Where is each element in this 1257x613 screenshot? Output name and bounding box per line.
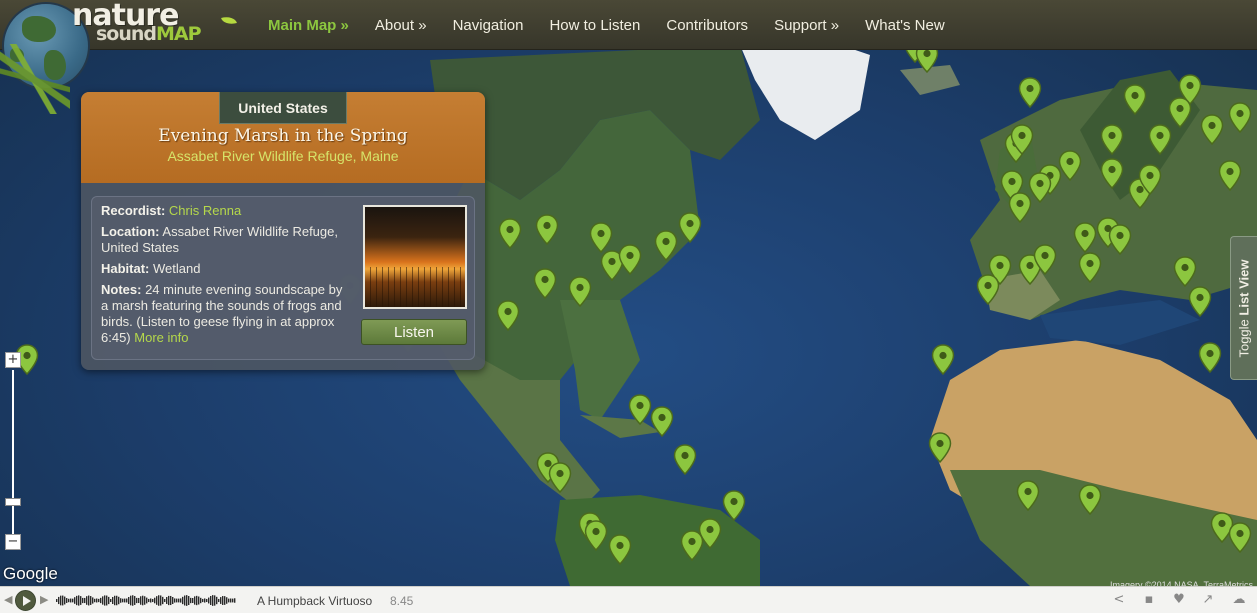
- waveform[interactable]: [56, 592, 236, 609]
- more-info-link[interactable]: More info: [134, 330, 188, 345]
- map-pin-icon[interactable]: [976, 274, 1000, 306]
- map-pin-icon[interactable]: [1228, 522, 1252, 554]
- track-duration: 8.45: [390, 594, 414, 608]
- habitat-value: Wetland: [153, 261, 201, 276]
- play-button[interactable]: [15, 590, 36, 611]
- nav-support[interactable]: Support »: [774, 17, 839, 34]
- recording-thumbnail[interactable]: [363, 205, 467, 309]
- zoom-slider-track[interactable]: [12, 370, 14, 540]
- map-pin-icon[interactable]: [498, 218, 522, 250]
- map-pin-icon[interactable]: [1033, 244, 1057, 276]
- map-pin-icon[interactable]: [1148, 124, 1172, 156]
- nav-how-to-listen[interactable]: How to Listen: [549, 17, 640, 34]
- recording-info-card: Evening Marsh in the Spring Assabet Rive…: [81, 92, 485, 370]
- leaf-icon: [221, 14, 237, 27]
- toggle-list-view-label: Toggle List View: [1236, 258, 1252, 358]
- map-pin-icon[interactable]: [1078, 484, 1102, 516]
- map-pin-icon[interactable]: [548, 462, 572, 494]
- toggle-list-view-button[interactable]: Toggle List View: [1230, 236, 1257, 380]
- map-pin-icon[interactable]: [1100, 124, 1124, 156]
- map-pin-icon[interactable]: [1010, 124, 1034, 156]
- notes-row: Notes: 24 minute evening soundscape by a…: [101, 282, 343, 345]
- zoom-slider-handle[interactable]: [5, 498, 21, 506]
- map-pin-icon[interactable]: [608, 534, 632, 566]
- nav-contributors[interactable]: Contributors: [666, 17, 748, 34]
- track-title: A Humpback Virtuoso: [257, 594, 373, 608]
- zoom-out-button[interactable]: −: [5, 534, 21, 550]
- map-pin-icon[interactable]: [1173, 256, 1197, 288]
- zoom-control: + −: [5, 352, 23, 552]
- heart-icon[interactable]: ♥: [1170, 591, 1188, 609]
- recording-subtitle: Assabet River Wildlife Refuge, Maine: [167, 148, 399, 164]
- map-pin-icon[interactable]: [1138, 164, 1162, 196]
- nav-about[interactable]: About »: [375, 17, 427, 34]
- previous-icon[interactable]: ◀: [4, 593, 12, 606]
- zoom-in-button[interactable]: +: [5, 352, 21, 368]
- palm-leaf-icon: [0, 44, 70, 114]
- site-logo[interactable]: nature soundMAP: [0, 0, 245, 114]
- location-row: Location: Assabet River Wildlife Refuge,…: [101, 224, 338, 255]
- map-pin-icon[interactable]: [1108, 224, 1132, 256]
- map-pin-icon[interactable]: [618, 244, 642, 276]
- map-pin-icon[interactable]: [1100, 158, 1124, 190]
- map-pin-icon[interactable]: [678, 212, 702, 244]
- map-pin-icon[interactable]: [535, 214, 559, 246]
- map-pin-icon[interactable]: [1078, 252, 1102, 284]
- recording-details: Recordist: Chris Renna Location: Assabet…: [101, 203, 346, 351]
- listen-button[interactable]: Listen: [361, 319, 467, 345]
- map-pin-icon[interactable]: [1073, 222, 1097, 254]
- external-link-icon[interactable]: ↗: [1199, 591, 1217, 609]
- map-pin-icon[interactable]: [1200, 114, 1224, 146]
- map-pin-icon[interactable]: [1188, 286, 1212, 318]
- map-pin-icon[interactable]: [568, 276, 592, 308]
- nav-whats-new[interactable]: What's New: [865, 17, 945, 34]
- map-pin-icon[interactable]: [928, 432, 952, 464]
- map-pin-icon[interactable]: [722, 490, 746, 522]
- map-pin-icon[interactable]: [628, 394, 652, 426]
- map-pin-icon[interactable]: [1198, 342, 1222, 374]
- share-icon[interactable]: <: [1110, 591, 1128, 609]
- next-icon[interactable]: ▶: [40, 593, 48, 606]
- map-pin-icon[interactable]: [1218, 160, 1242, 192]
- map-pin-icon[interactable]: [1228, 102, 1252, 134]
- nav-main-map[interactable]: Main Map »: [268, 17, 349, 34]
- nav-navigation[interactable]: Navigation: [453, 17, 524, 34]
- map-pin-icon[interactable]: [496, 300, 520, 332]
- card-body: Recordist: Chris Renna Location: Assabet…: [91, 196, 475, 360]
- map-pin-icon[interactable]: [584, 520, 608, 552]
- map-pin-icon[interactable]: [650, 406, 674, 438]
- recording-title: Evening Marsh in the Spring: [158, 126, 408, 146]
- logo-word-soundmap: soundMAP: [96, 23, 202, 45]
- map-pin-icon[interactable]: [1008, 192, 1032, 224]
- map-pin-icon[interactable]: [1123, 84, 1147, 116]
- map-pin-icon[interactable]: [1018, 77, 1042, 109]
- soundcloud-icon[interactable]: ☁: [1230, 591, 1248, 609]
- main-nav: Main Map » About » Navigation How to Lis…: [268, 0, 971, 50]
- map-pin-icon[interactable]: [931, 344, 955, 376]
- map-pin-icon[interactable]: [698, 518, 722, 550]
- recordist-row: Recordist: Chris Renna: [101, 203, 242, 218]
- map-pin-icon[interactable]: [654, 230, 678, 262]
- comment-icon[interactable]: ▪: [1140, 591, 1158, 609]
- map-pin-icon[interactable]: [1016, 480, 1040, 512]
- audio-player-bar: ◀ ▶ A Humpback Virtuoso 8.45 < ▪ ♥ ↗ ☁: [0, 586, 1257, 613]
- map-pin-icon[interactable]: [673, 444, 697, 476]
- google-logo: Google: [3, 564, 58, 583]
- map-pin-icon[interactable]: [533, 268, 557, 300]
- habitat-row: Habitat: Wetland: [101, 261, 201, 276]
- recordist-link[interactable]: Chris Renna: [169, 203, 241, 218]
